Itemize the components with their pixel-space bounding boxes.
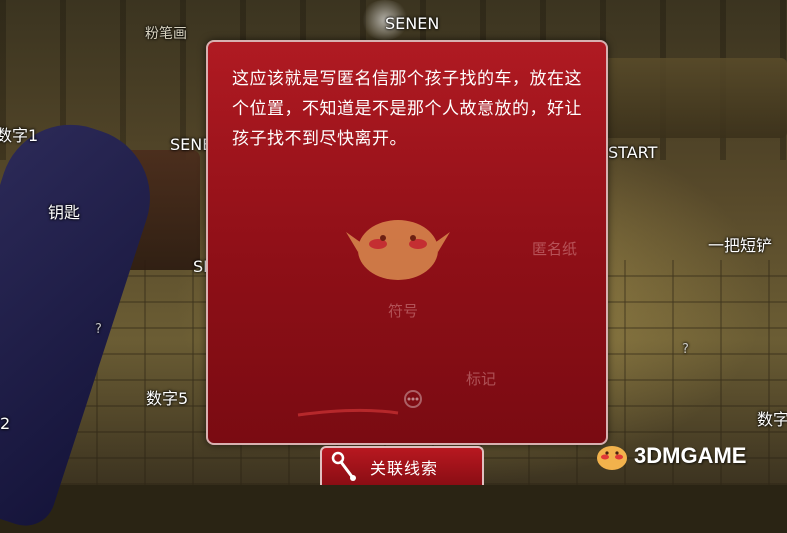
clue-label-chalk[interactable]: 粉笔画: [145, 23, 187, 43]
watermark-mascot-icon: [346, 220, 450, 280]
clue-label-digit1[interactable]: 数字1: [0, 122, 38, 146]
link-clues-label: 关联线索: [370, 458, 439, 478]
clue-label-start[interactable]: START: [608, 143, 657, 162]
speaker-name-top: SENEN: [385, 14, 440, 33]
clue-label-digit-right[interactable]: 数字: [757, 406, 787, 430]
unknown-clue-marker-right[interactable]: ?: [682, 342, 689, 357]
ghost-label-symbol: 符号: [388, 302, 419, 320]
ghost-label-mark: 标记: [466, 370, 497, 388]
dialog-message: 这应该就是写匿名信那个孩子找的车，放在这个位置，不知道是不是那个人故意放的，好让…: [232, 69, 582, 149]
unknown-clue-marker-left[interactable]: ?: [95, 322, 102, 337]
clue-label-digit5[interactable]: 数字5: [146, 385, 188, 409]
scroll-hint-icon: [297, 390, 422, 417]
3dm-mascot-logo-icon: [597, 446, 627, 470]
3dm-watermark: 3DMGAME: [594, 436, 746, 476]
clue-label-shovel[interactable]: 一把短铲: [708, 232, 772, 256]
background-chair-right: [600, 58, 787, 138]
magnifier-tool-icon: [322, 448, 366, 485]
link-clues-button[interactable]: 关联线索: [320, 446, 484, 485]
ghost-label-anon-paper: 匿名纸: [532, 240, 578, 258]
clue-label-key[interactable]: 钥匙: [48, 199, 80, 223]
dialog-box: 匿名纸 符号 标记 这应该就是写匿名信那个孩子找的车，放在这个位置，不知道是不是…: [206, 40, 608, 445]
clue-label-number-2[interactable]: 2: [0, 414, 10, 433]
3dm-watermark-text: 3DMGAME: [634, 443, 747, 468]
